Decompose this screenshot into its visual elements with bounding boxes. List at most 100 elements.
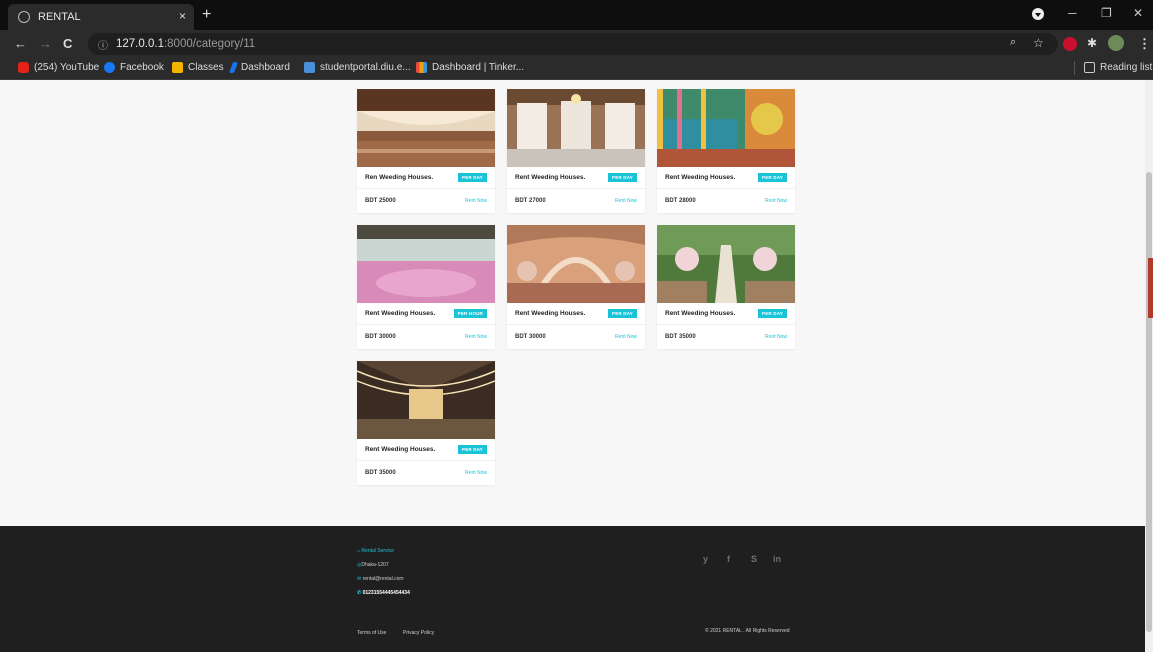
listing-price: BDT 30000 (365, 334, 396, 340)
listing-card: Rent Weeding Houses. PER DAY BDT 35000 Ren… (657, 225, 795, 349)
rate-badge: PER DAY (758, 309, 787, 318)
bookmark-label: (254) YouTube (34, 62, 100, 73)
bookmark-label: studentportal.diu.e... (320, 62, 411, 73)
bookmark-label: Facebook (120, 62, 164, 73)
listing-title: Rent Weeding Houses. (515, 310, 586, 317)
bookmark-divider (1074, 61, 1075, 75)
page-viewport: Ren Weeding Houses. PER DAY BDT 25000 Rent… (0, 80, 1145, 652)
rent-now-link[interactable]: Rent Now (615, 334, 637, 340)
browser-menu-icon[interactable]: ⋮ (1138, 36, 1151, 52)
forward-arrow-icon[interactable]: → (39, 36, 52, 51)
listing-price: BDT 30000 (515, 334, 546, 340)
dashboard-icon (228, 62, 239, 73)
listing-title: Rent Weeding Houses. (515, 174, 586, 181)
listing-title: Rent Weeding Houses. (365, 310, 436, 317)
rent-now-link[interactable]: Rent Now (465, 198, 487, 204)
facebook-icon[interactable]: f (727, 554, 730, 564)
reading-list-label: Reading list (1100, 62, 1153, 73)
rate-badge: PER DAY (458, 445, 487, 454)
bookmark-tinkercad[interactable]: Dashboard | Tinker... (416, 62, 524, 73)
listing-card: Rent Weeding Houses. PER DAY BDT 30000 Ren… (507, 225, 645, 349)
reload-icon[interactable]: C (63, 36, 72, 51)
rent-now-link[interactable]: Rent Now (615, 198, 637, 204)
listing-title: Rent Weeding Houses. (665, 310, 736, 317)
twitter-icon[interactable]: y (703, 554, 708, 564)
profile-menu-icon[interactable] (1032, 8, 1044, 23)
close-window-button[interactable]: ✕ (1133, 6, 1143, 20)
back-arrow-icon[interactable]: ← (14, 36, 27, 51)
footer-phone: ✆ 01231554445454434 (357, 590, 410, 596)
listing-image-pink-dancefloor[interactable] (357, 225, 495, 303)
extensions-puzzle-icon[interactable]: ✱ (1087, 36, 1097, 50)
rent-now-link[interactable]: Rent Now (765, 334, 787, 340)
listing-title: Rent Weeding Houses. (665, 174, 736, 181)
scrollbar-thumb[interactable] (1146, 172, 1152, 632)
footer-brand-label: Rental Service (361, 548, 394, 554)
tab-title: RENTAL (38, 11, 81, 23)
bookmark-facebook[interactable]: Facebook (104, 62, 164, 73)
tab-close-icon[interactable]: × (179, 9, 186, 23)
terms-link[interactable]: Terms of Use (357, 630, 386, 636)
page-scrollbar[interactable] (1145, 80, 1153, 652)
listing-price: BDT 25000 (365, 198, 396, 204)
listing-title: Ren Weeding Houses. (365, 174, 434, 181)
bookmark-star-icon[interactable]: ☆ (1033, 36, 1044, 50)
side-feedback-tab[interactable] (1148, 258, 1153, 318)
listing-price: BDT 35000 (665, 334, 696, 340)
zoom-icon[interactable]: ⌕ (1010, 36, 1016, 49)
avatar[interactable] (1108, 35, 1124, 51)
new-tab-button[interactable]: + (202, 6, 211, 24)
globe-icon (18, 11, 30, 23)
footer-phone-label: 01231554445454434 (362, 590, 410, 596)
listing-image-ballroom-lights[interactable] (357, 89, 495, 167)
skype-icon[interactable]: S (751, 554, 757, 564)
browser-tab-strip: RENTAL × + ─ ❐ ✕ (0, 0, 1153, 30)
bookmark-label: Dashboard | Tinker... (432, 62, 525, 73)
listing-card: Ren Weeding Houses. PER DAY BDT 25000 Rent… (357, 89, 495, 213)
bookmark-label: Classes (188, 62, 224, 73)
rent-now-link[interactable]: Rent Now (465, 470, 487, 476)
rate-badge: PER DAY (608, 173, 637, 182)
minimize-button[interactable]: ─ (1068, 6, 1077, 20)
listing-card: Rent Weeding Houses. PER DAY BDT 27000 Ren… (507, 89, 645, 213)
maximize-button[interactable]: ❐ (1101, 6, 1112, 20)
listing-image-outdoor-decor[interactable] (657, 89, 795, 167)
listing-card: Rent Weeding Houses. PER DAY BDT 35000 Ren… (357, 361, 495, 485)
listing-image-tent-reception[interactable] (507, 225, 645, 303)
footer-address: ◎Dhaka-1207 (357, 562, 389, 568)
portal-icon (304, 62, 315, 73)
youtube-icon (18, 62, 29, 73)
bookmarks-bar: (254) YouTube Facebook Classes Dashboard… (0, 58, 1153, 80)
listing-image-barn-hall[interactable] (507, 89, 645, 167)
rate-badge: PER DAY (758, 173, 787, 182)
footer-email[interactable]: ✉ rental@rental.com (357, 576, 404, 582)
listing-card: Rent Weeding Houses. PER DAY BDT 28000 Ren… (657, 89, 795, 213)
reading-list-button[interactable]: Reading list (1084, 62, 1152, 73)
rent-now-link[interactable]: Rent Now (465, 334, 487, 340)
rent-now-link[interactable]: Rent Now (765, 198, 787, 204)
bookmark-dashboard[interactable]: Dashboard (228, 62, 290, 73)
listing-price: BDT 35000 (365, 470, 396, 476)
linkedin-icon[interactable]: in (773, 554, 781, 564)
bookmark-classes[interactable]: Classes (172, 62, 224, 73)
tinkercad-icon (416, 62, 427, 73)
site-footer: ⌂ Rental Service ◎Dhaka-1207 ✉ rental@re… (0, 526, 1145, 652)
facebook-icon (104, 62, 115, 73)
browser-tab[interactable]: RENTAL × (8, 4, 194, 30)
privacy-link[interactable]: Privacy Policy (403, 630, 434, 636)
url-host: 127.0.0.1 (116, 38, 164, 50)
listing-card: Rent Weeding Houses. PER HOUR BDT 30000 Re… (357, 225, 495, 349)
bookmark-youtube[interactable]: (254) YouTube (18, 62, 99, 73)
footer-email-label: rental@rental.com (362, 576, 404, 582)
rate-badge: PER HOUR (453, 309, 487, 318)
footer-address-label: Dhaka-1207 (361, 562, 389, 568)
info-icon: ⓘ (98, 40, 108, 52)
footer-brand[interactable]: ⌂ Rental Service (357, 548, 394, 554)
address-bar[interactable]: ⓘ 127.0.0.1:8000/category/11 (88, 33, 1058, 55)
listing-image-barn-lights[interactable] (357, 361, 495, 439)
rate-badge: PER DAY (458, 173, 487, 182)
classroom-icon (172, 62, 183, 73)
listing-image-garden-aisle[interactable] (657, 225, 795, 303)
ublock-extension-icon[interactable] (1063, 37, 1077, 51)
bookmark-studentportal[interactable]: studentportal.diu.e... (304, 62, 411, 73)
